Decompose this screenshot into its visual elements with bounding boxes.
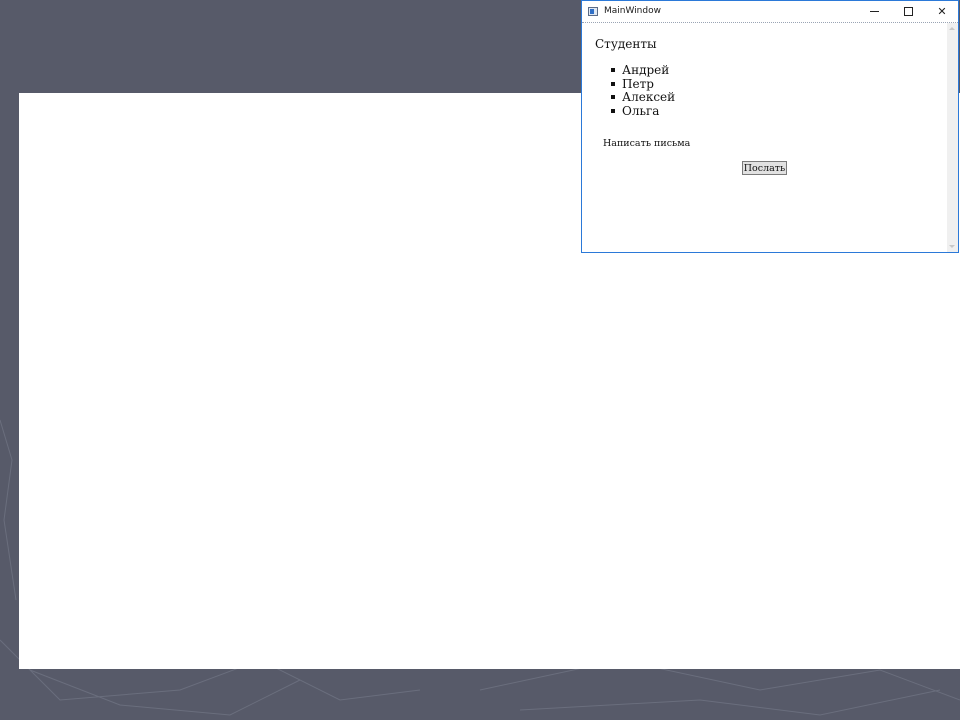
main-window: MainWindow ✕ Студенты Андрей Петр Алексе… [581, 0, 959, 253]
vertical-scrollbar[interactable] [947, 23, 958, 252]
list-item: Ольга [610, 104, 675, 117]
students-heading: Студенты [595, 37, 657, 51]
scroll-down-icon[interactable] [949, 245, 955, 248]
students-list: Андрей Петр Алексей Ольга [610, 63, 676, 117]
window-title: MainWindow [604, 6, 661, 16]
list-item: Андрей [610, 63, 675, 77]
maximize-button[interactable] [891, 1, 925, 22]
minimize-button[interactable] [857, 1, 891, 22]
minimize-icon [869, 11, 879, 12]
close-button[interactable]: ✕ [925, 1, 959, 22]
list-item: Петр [610, 77, 675, 90]
window-content: Студенты Андрей Петр Алексей Ольга Напис… [582, 23, 947, 252]
title-bar[interactable]: MainWindow ✕ [582, 1, 958, 23]
scroll-up-icon[interactable] [949, 27, 955, 30]
close-icon: ✕ [937, 5, 947, 18]
write-letters-label: Написать письма [603, 138, 691, 149]
maximize-icon [903, 7, 913, 16]
list-item: Алексей [610, 90, 676, 104]
app-window-icon [588, 7, 598, 16]
send-button[interactable]: Послать [742, 161, 787, 175]
